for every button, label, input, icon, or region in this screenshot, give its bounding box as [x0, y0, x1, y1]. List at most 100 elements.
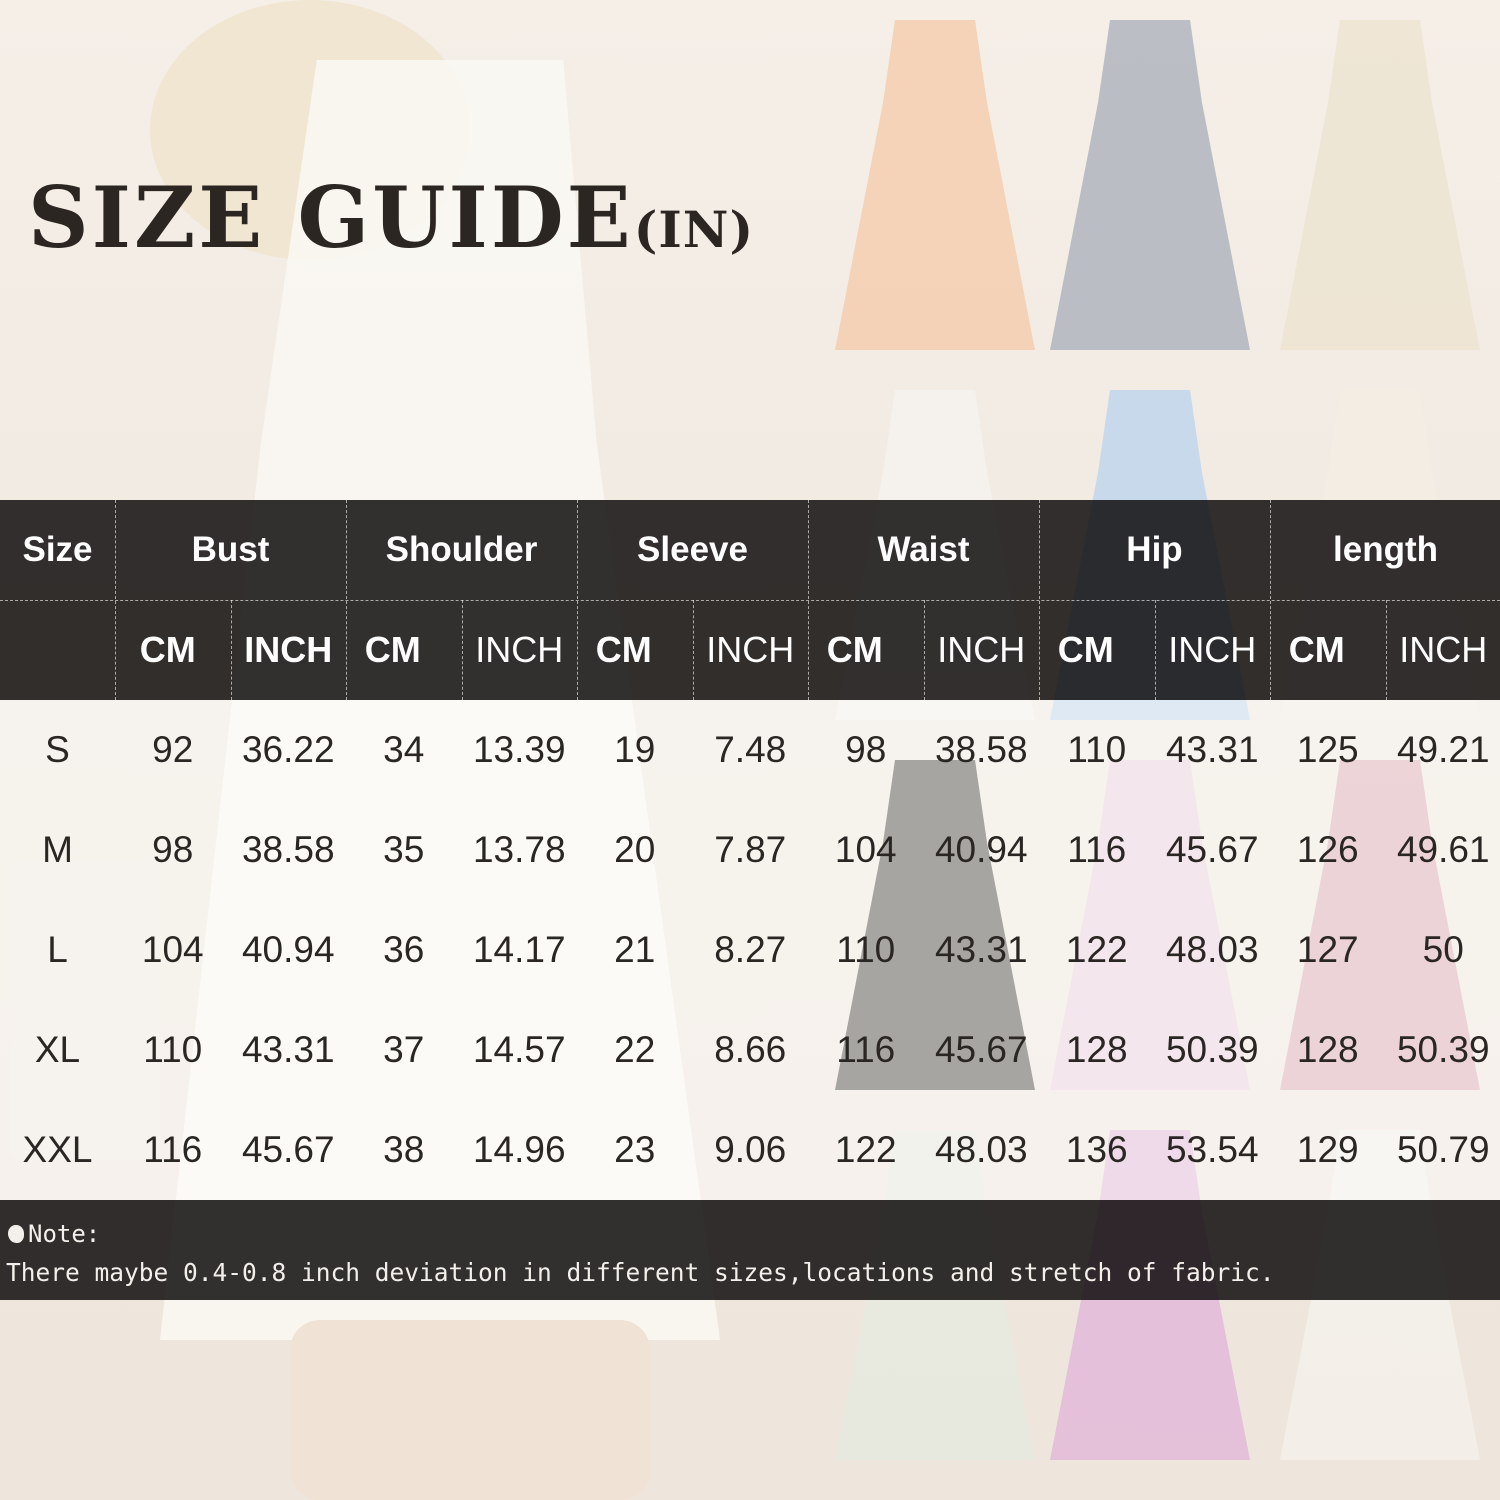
table-value: 38 — [383, 1129, 425, 1170]
table-value: 98 — [845, 729, 887, 770]
table-value: 38.58 — [241, 829, 335, 870]
unit-header-inch: INCH — [937, 629, 1026, 670]
table-value: 98 — [152, 829, 194, 870]
unit-header-cm: CM — [1057, 629, 1114, 670]
size-label: XXL — [22, 1129, 93, 1170]
table-value: 127 — [1296, 929, 1359, 970]
table-value: 128 — [1296, 1029, 1359, 1070]
table-value: 50.39 — [1396, 1029, 1490, 1070]
table-value: 22 — [614, 1029, 656, 1070]
table-value: 43.31 — [1165, 729, 1259, 770]
table-value: 38.58 — [934, 729, 1028, 770]
table-value: 14.17 — [472, 929, 566, 970]
table-value: 50.79 — [1396, 1129, 1490, 1170]
table-value: 14.96 — [472, 1129, 566, 1170]
table-value: 34 — [383, 729, 425, 770]
table-value: 110 — [143, 1029, 203, 1070]
table-value: 92 — [152, 729, 194, 770]
dress-swatch — [835, 20, 1035, 350]
table-value: 37 — [383, 1029, 425, 1070]
column-group-header: length — [1333, 530, 1438, 569]
size-label: XL — [34, 1029, 81, 1070]
column-group-header: Waist — [877, 530, 970, 569]
table-value: 50.39 — [1165, 1029, 1259, 1070]
size-label: S — [45, 729, 70, 770]
table-value: 53.54 — [1165, 1129, 1259, 1170]
table-value: 40.94 — [934, 829, 1028, 870]
table-value: 8.27 — [714, 929, 787, 970]
table-value: 36 — [383, 929, 425, 970]
unit-header-inch: INCH — [1168, 629, 1257, 670]
table-value: 13.78 — [472, 829, 566, 870]
size-label: L — [47, 929, 68, 970]
table-value: 122 — [834, 1129, 897, 1170]
header-divider — [0, 600, 1500, 601]
note-label: Note: — [28, 1220, 101, 1248]
table-value: 125 — [1296, 729, 1359, 770]
table-value: 45.67 — [241, 1129, 335, 1170]
table-value: 43.31 — [934, 929, 1028, 970]
unit-divider — [461, 600, 463, 700]
unit-header-cm: CM — [364, 629, 421, 670]
table-value: 50 — [1422, 929, 1464, 970]
table-value: 48.03 — [934, 1129, 1028, 1170]
table-value: 40.94 — [241, 929, 335, 970]
column-group-header: Sleeve — [637, 530, 748, 569]
table-value: 19 — [614, 729, 656, 770]
table-value: 45.67 — [1165, 829, 1259, 870]
table-value: 116 — [143, 1129, 203, 1170]
table-value: 13.39 — [472, 729, 566, 770]
table-value: 49.61 — [1396, 829, 1490, 870]
unit-divider — [692, 600, 694, 700]
table-value: 7.87 — [714, 829, 787, 870]
unit-divider — [230, 600, 232, 700]
model-legs — [290, 1320, 650, 1500]
flower-bullet-icon — [8, 1225, 24, 1243]
table-value: 116 — [1067, 829, 1127, 870]
table-value: 14.57 — [472, 1029, 566, 1070]
table-value: 35 — [383, 829, 425, 870]
table-value: 45.67 — [934, 1029, 1028, 1070]
table-value: 126 — [1296, 829, 1359, 870]
unit-header-cm: CM — [595, 629, 652, 670]
table-value: 136 — [1065, 1129, 1128, 1170]
table-value: 8.66 — [714, 1029, 787, 1070]
unit-divider — [1154, 600, 1156, 700]
title-unit: (IN) — [633, 200, 755, 259]
column-group-header: Bust — [191, 530, 270, 569]
unit-header-inch: INCH — [475, 629, 564, 670]
table-value: 129 — [1296, 1129, 1359, 1170]
unit-header-cm: CM — [139, 629, 196, 670]
unit-header-inch: INCH — [244, 629, 333, 670]
unit-header-cm: CM — [826, 629, 883, 670]
table-value: 21 — [614, 929, 656, 970]
note-text: There maybe 0.4-0.8 inch deviation in di… — [6, 1258, 1275, 1287]
table-value: 36.22 — [241, 729, 335, 770]
table-value: 9.06 — [714, 1129, 787, 1170]
table-value: 104 — [834, 829, 897, 870]
note-box: Note: There maybe 0.4-0.8 inch deviation… — [0, 1200, 1500, 1300]
note-title: Note: — [8, 1220, 100, 1248]
size-column-header: Size — [22, 530, 93, 569]
dress-swatch — [1280, 20, 1480, 350]
column-group-header: Shoulder — [385, 530, 538, 569]
table-value: 110 — [1067, 729, 1127, 770]
unit-divider — [923, 600, 925, 700]
size-label: M — [42, 829, 73, 870]
unit-header-inch: INCH — [1399, 629, 1488, 670]
size-guide-image: SIZE GUIDE(IN) Size Bust CM INCH Shoulder CM… — [0, 0, 1500, 1500]
unit-header-cm: CM — [1288, 629, 1345, 670]
table-value: 110 — [836, 929, 896, 970]
table-value: 128 — [1065, 1029, 1128, 1070]
table-value: 122 — [1065, 929, 1128, 970]
title-main: SIZE GUIDE — [28, 168, 634, 267]
table-value: 43.31 — [241, 1029, 335, 1070]
table-value: 116 — [836, 1029, 896, 1070]
page-title: SIZE GUIDE(IN) — [28, 168, 754, 267]
unit-header-inch: INCH — [706, 629, 795, 670]
table-value: 48.03 — [1165, 929, 1259, 970]
table-value: 104 — [141, 929, 204, 970]
unit-divider — [1385, 600, 1387, 700]
table-value: 49.21 — [1396, 729, 1490, 770]
table-value: 7.48 — [714, 729, 787, 770]
